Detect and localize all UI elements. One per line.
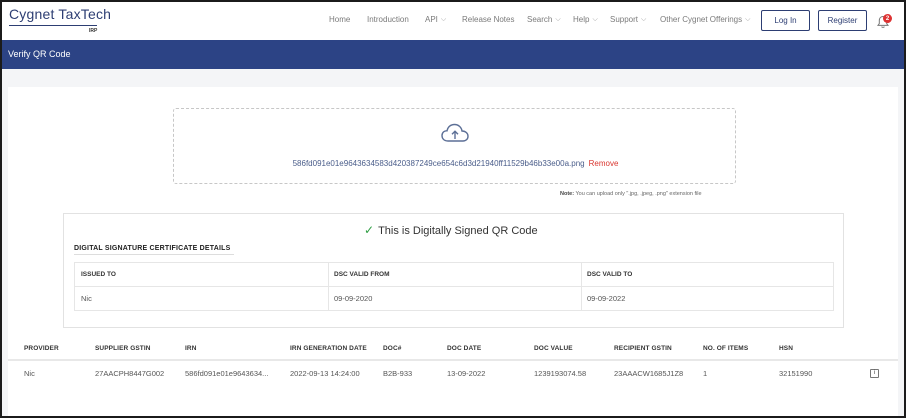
nav-introduction[interactable]: Introduction [367, 15, 409, 24]
col-doc-date: DOC DATE [447, 345, 482, 352]
verification-status-text: This is Digitally Signed QR Code [378, 225, 538, 237]
check-icon: ✓ [364, 223, 375, 237]
col-provider: PROVIDER [24, 345, 59, 352]
upload-dropzone[interactable]: 586fd091e01e9643634583d420387249ce654c6d… [173, 108, 736, 184]
nav-support[interactable]: Support ⌵ [610, 15, 646, 25]
cell-doc-value: 1239193074.58 [534, 369, 587, 378]
col-doc-value: DOC VALUE [534, 345, 573, 352]
upload-note: Note: You can upload only ".jpg, .jpeg, … [560, 191, 702, 197]
table-row: Nic 27AACPH8447G002 586fd091e01e9643634.… [8, 361, 898, 385]
app-window: Cygnet TaxTech IRP Home Introduction API… [0, 0, 906, 418]
info-icon[interactable]: i [870, 369, 879, 378]
nav-other-offerings[interactable]: Other Cygnet Offerings ⌵ [660, 15, 750, 25]
uploaded-file-line: 586fd091e01e9643634583d420387249ce654c6d… [174, 159, 737, 168]
verification-status: ✓ This is Digitally Signed QR Code [364, 223, 538, 237]
results-table-header: PROVIDER SUPPLIER GSTIN IRN IRN GENERATI… [8, 339, 898, 361]
nav-introduction-label: Introduction [367, 15, 409, 24]
upload-note-label: Note: [560, 191, 575, 197]
cloud-upload-icon [441, 123, 469, 142]
nav-search[interactable]: Search ⌵ [527, 15, 561, 25]
dsc-header-issued-to: ISSUED TO [81, 271, 116, 278]
dsc-valid-to: 09-09-2022 [587, 294, 626, 303]
top-header: Cygnet TaxTech IRP Home Introduction API… [2, 2, 904, 40]
cell-supplier-gstin: 27AACPH8447G002 [95, 369, 165, 378]
cell-no-of-items: 1 [703, 369, 708, 378]
cell-recipient-gstin: 23AAACW1685J1Z8 [614, 369, 684, 378]
col-irn: IRN [185, 345, 197, 352]
nav-support-label: Support [610, 15, 639, 24]
cell-irn-generation-date: 2022-09-13 14:24:00 [290, 369, 360, 378]
col-supplier-gstin: SUPPLIER GSTIN [95, 345, 151, 352]
nav-help[interactable]: Help ⌵ [573, 15, 598, 25]
chevron-down-icon: ⌵ [592, 16, 598, 23]
upload-note-text: You can upload only ".jpg, .jpeg, .png" … [574, 191, 702, 197]
chevron-down-icon: ⌵ [745, 16, 751, 23]
nav-search-label: Search [527, 15, 553, 24]
dsc-header-row: ISSUED TO DSC VALID FROM DSC VALID TO [75, 263, 833, 287]
nav-release-notes[interactable]: Release Notes [462, 15, 514, 24]
col-doc-number: DOC# [383, 345, 402, 352]
col-irn-generation-date: IRN GENERATION DATE [290, 345, 367, 352]
dsc-section-title: DIGITAL SIGNATURE CERTIFICATE DETAILS [74, 245, 231, 252]
nav-other-offerings-label: Other Cygnet Offerings [660, 15, 743, 24]
cell-hsn: 32151990 [779, 369, 813, 378]
page-title-bar: Verify QR Code [2, 40, 904, 69]
cell-irn: 586fd091e01e9643634... [185, 369, 269, 378]
chevron-down-icon: ⌵ [555, 16, 561, 23]
uploaded-file-name: 586fd091e01e9643634583d420387249ce654c6d… [292, 159, 585, 168]
cell-doc-number: B2B-933 [383, 369, 413, 378]
dsc-valid-from: 09-09-2020 [334, 294, 373, 303]
dsc-value-row: Nic 09-09-2020 09-09-2022 [75, 287, 833, 311]
nav-api-label: API [425, 15, 438, 24]
dsc-title-divider [74, 254, 234, 255]
page-title: Verify QR Code [8, 49, 71, 59]
cell-provider: Nic [24, 369, 35, 378]
chevron-down-icon: ⌵ [440, 16, 447, 23]
dsc-table: ISSUED TO DSC VALID FROM DSC VALID TO Ni… [74, 262, 834, 311]
login-button[interactable]: Log In [761, 10, 810, 31]
cell-doc-date: 13-09-2022 [447, 369, 486, 378]
dsc-issued-to: Nic [81, 294, 92, 303]
content-card: 586fd091e01e9643634583d420387249ce654c6d… [8, 87, 898, 416]
signature-details-panel: ✓ This is Digitally Signed QR Code DIGITA… [63, 213, 844, 328]
register-button[interactable]: Register [818, 10, 867, 31]
col-hsn: HSN [779, 345, 794, 352]
nav-home-label: Home [329, 15, 351, 24]
col-recipient-gstin: RECIPIENT GSTIN [614, 345, 672, 352]
chevron-down-icon: ⌵ [641, 16, 647, 23]
remove-file-link[interactable]: Remove [589, 159, 619, 168]
nav-release-notes-label: Release Notes [462, 15, 515, 24]
dsc-header-valid-to: DSC VALID TO [587, 271, 633, 278]
nav-home[interactable]: Home [329, 15, 350, 24]
col-no-of-items: NO. OF ITEMS [703, 345, 749, 352]
nav-help-label: Help [573, 15, 590, 24]
nav-api[interactable]: API ⌵ [425, 15, 446, 25]
notification-badge: 2 [883, 14, 892, 23]
dsc-header-valid-from: DSC VALID FROM [334, 271, 390, 278]
